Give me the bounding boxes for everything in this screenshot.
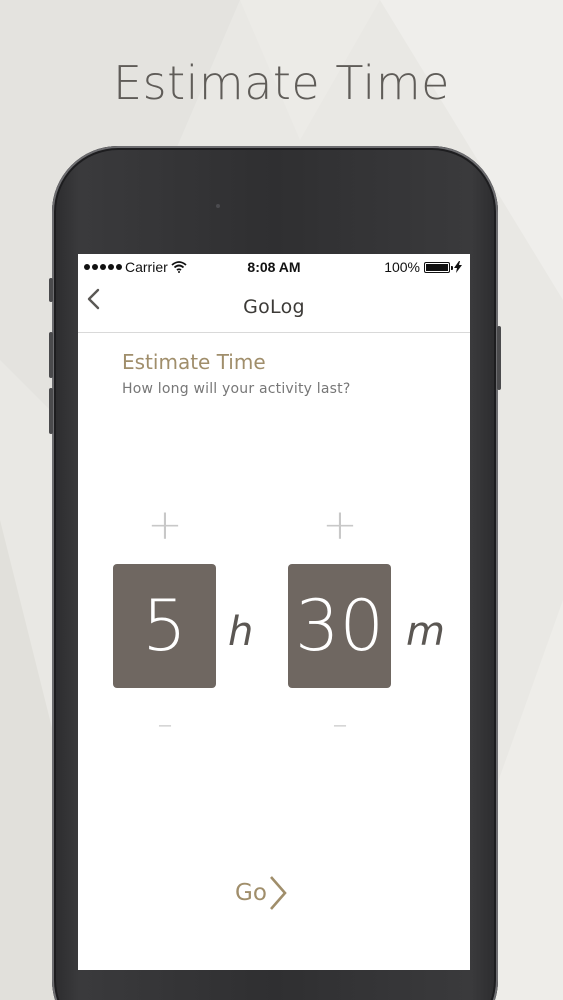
minutes-increment-button[interactable]: + <box>318 500 362 549</box>
status-bar: Carrier 8:08 AM 100% <box>78 254 470 282</box>
bolt-icon <box>454 261 462 273</box>
minutes-unit-label: m <box>406 609 445 655</box>
hours-value: 5 <box>113 564 216 688</box>
front-camera <box>216 204 220 208</box>
status-bar-right: 100% <box>384 259 462 275</box>
battery-icon <box>424 261 453 273</box>
app-screen: Carrier 8:08 AM 100% GoLog Estimate Time… <box>78 254 470 970</box>
mute-switch <box>49 278 53 302</box>
go-label: Go <box>235 880 267 906</box>
volume-up-button <box>49 332 53 378</box>
hours-decrement-button[interactable]: – <box>143 702 187 746</box>
volume-down-button <box>49 388 53 434</box>
minutes-value: 30 <box>288 564 391 688</box>
hours-increment-button[interactable]: + <box>143 500 187 549</box>
phone-frame: Carrier 8:08 AM 100% GoLog Estimate Time… <box>49 146 501 1000</box>
section-subtitle: How long will your activity last? <box>122 381 351 397</box>
nav-title: GoLog <box>243 296 305 318</box>
navigation-bar: GoLog <box>78 282 470 333</box>
power-button <box>497 326 501 390</box>
go-button[interactable]: Go <box>235 868 315 918</box>
hours-unit-label: h <box>228 609 254 655</box>
section-title: Estimate Time <box>122 350 266 374</box>
promo-headline: Estimate Time <box>113 56 450 110</box>
battery-percent: 100% <box>384 259 420 275</box>
chevron-right-icon <box>269 876 287 910</box>
promo-background: Estimate Time Carrier 8:08 AM 100% GoLog… <box>0 0 563 1000</box>
minutes-decrement-button[interactable]: – <box>318 702 362 746</box>
